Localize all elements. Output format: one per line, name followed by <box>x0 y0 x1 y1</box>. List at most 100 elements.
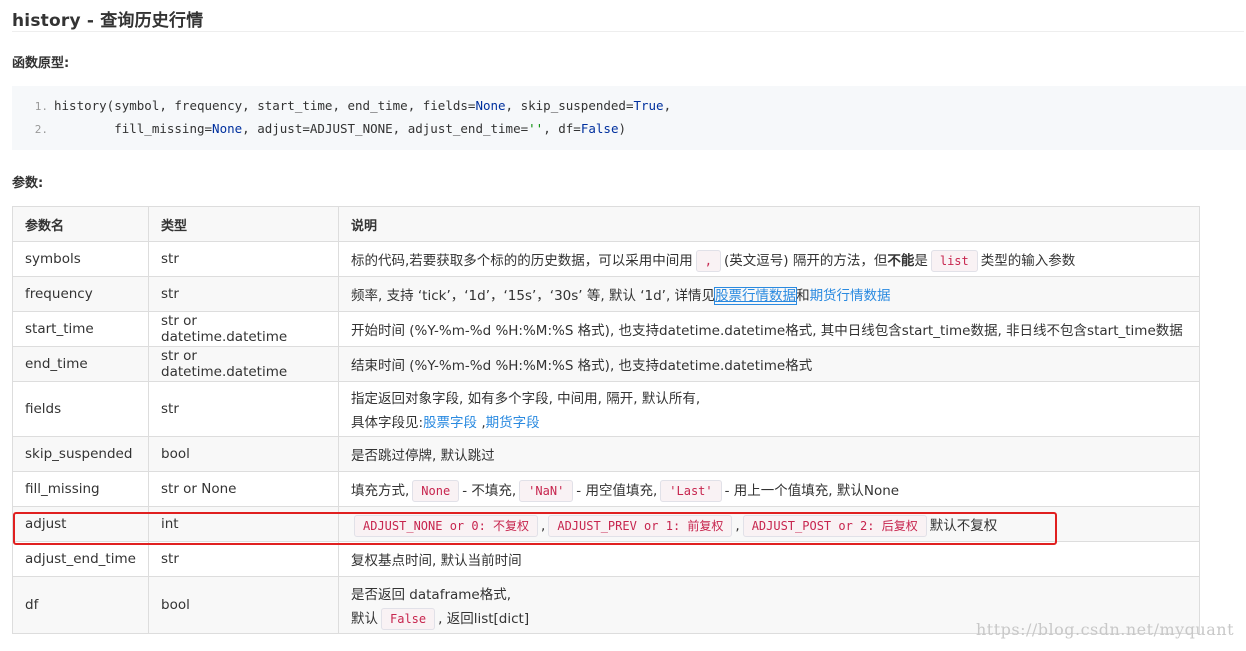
bold-text: 不能 <box>887 253 915 269</box>
param-name: df <box>12 576 149 634</box>
param-type: int <box>148 506 339 542</box>
description-text: , 返回list[dict] <box>438 611 530 627</box>
param-name: fill_missing <box>12 471 149 507</box>
description-text: 指定返回对象字段, 如有多个字段, 中间用, 隔开, 默认所有, <box>351 391 701 407</box>
param-name: start_time <box>12 311 149 347</box>
code-token: None <box>475 98 506 113</box>
prototype-heading: 函数原型: <box>12 56 70 71</box>
param-type: str or datetime.datetime <box>148 311 339 347</box>
code-token: history(symbol, frequency, start_time, e… <box>54 98 476 113</box>
param-description: 开始时间 (%Y-%m-%d %H:%M:%S 格式), 也支持datetime… <box>338 311 1200 347</box>
inline-code: ADJUST_NONE or 0: 不复权 <box>354 515 539 537</box>
inline-code: ADJUST_PREV or 1: 前复权 <box>548 515 733 537</box>
param-description: 频率, 支持 ‘tick’，‘1d’，‘15s’，‘30s’ 等, 默认 ‘1d… <box>338 276 1200 312</box>
inline-code: list <box>930 250 978 272</box>
param-row-skip-suspended: skip_suspended bool 是否跳过停牌, 默认跳过 <box>12 436 1200 472</box>
code-token: , adjust=ADJUST_NONE, adjust_end_time= <box>242 121 529 136</box>
param-type: bool <box>148 436 339 472</box>
inline-code: None <box>412 480 460 502</box>
inline-code: , <box>695 250 722 272</box>
table-header-row: 参数名 类型 说明 <box>12 206 1200 242</box>
line-number: 1. <box>34 100 48 113</box>
param-description: ADJUST_NONE or 0: 不复权, ADJUST_PREV or 1: … <box>338 506 1200 542</box>
inline-code: ADJUST_POST or 2: 后复权 <box>742 515 927 537</box>
description-text: 复权基点时间, 默认当前时间 <box>351 553 522 569</box>
description-text: 是否返回 dataframe格式, <box>351 587 512 603</box>
description-text: 默认不复权 <box>929 518 998 534</box>
param-name: adjust <box>12 506 149 542</box>
code-token: False <box>580 121 619 136</box>
param-name: adjust_end_time <box>12 541 149 577</box>
param-description: 结束时间 (%Y-%m-%d %H:%M:%S 格式), 也支持datetime… <box>338 346 1200 382</box>
param-name: fields <box>12 381 149 437</box>
param-row-end-time: end_time str or datetime.datetime 结束时间 (%Y… <box>12 346 1200 382</box>
code-line-1: 1. history(symbol, frequency, start_time,… <box>12 98 671 113</box>
description-text: 开始时间 (%Y-%m-%d %H:%M:%S 格式), 也支持datetime… <box>351 323 1183 339</box>
inline-code: 'Last' <box>660 480 722 502</box>
code-token: , skip_suspended= <box>505 98 634 113</box>
params-table-body: symbols str 标的代码,若要获取多个标的的历史数据，可以采用中间用, (英文… <box>12 241 1200 634</box>
param-name: frequency <box>12 276 149 312</box>
description-text: 是否跳过停牌, 默认跳过 <box>351 448 495 464</box>
code-token: None <box>212 121 243 136</box>
param-description: 是否跳过停牌, 默认跳过 <box>338 436 1200 472</box>
param-description: 复权基点时间, 默认当前时间 <box>338 541 1200 577</box>
param-description: 填充方式, None - 不填充, 'NaN' - 用空值填充, 'Last' - 用上一个… <box>338 471 1200 507</box>
line-number: 2. <box>34 123 48 136</box>
param-type: str or None <box>148 471 339 507</box>
description-text: - 不填充, <box>462 483 517 499</box>
description-text: 默认 <box>351 611 378 627</box>
description-text: , <box>735 518 740 534</box>
watermark: https://blog.csdn.net/myquant <box>975 620 1234 639</box>
description-text: - 用空值填充, <box>576 483 658 499</box>
param-row-fill-missing: fill_missing str or None 填充方式, None - 不填充, 'N… <box>12 471 1200 507</box>
param-type: str <box>148 381 339 437</box>
param-row-fields: fields str 指定返回对象字段, 如有多个字段, 中间用, 隔开, 默认所有… <box>12 381 1200 437</box>
code-token: '' <box>528 121 544 136</box>
param-type: str or datetime.datetime <box>148 346 339 382</box>
header-description: 说明 <box>338 206 1200 242</box>
param-row-adjust: adjust int ADJUST_NONE or 0: 不复权, ADJUST_PR… <box>12 506 1200 542</box>
param-description: 指定返回对象字段, 如有多个字段, 中间用, 隔开, 默认所有, 具体字段见:股票… <box>338 381 1200 437</box>
description-text: 结束时间 (%Y-%m-%d %H:%M:%S 格式), 也支持datetime… <box>351 358 813 374</box>
doc-link[interactable]: 期货字段 <box>486 415 540 431</box>
doc-link[interactable]: 股票行情数据 <box>714 287 798 305</box>
description-text: 标的代码,若要获取多个标的的历史数据，可以采用中间用 <box>351 253 693 269</box>
params-table: 参数名 类型 说明 symbols str 标的代码,若要获取多个标的的历史数据，可… <box>12 206 1200 634</box>
description-text: 和 <box>796 288 810 304</box>
inline-code: False <box>381 608 436 630</box>
description-text: 填充方式, <box>351 483 410 499</box>
code-token: , <box>663 98 672 113</box>
params-heading: 参数: <box>12 176 44 191</box>
code-block: 1. history(symbol, frequency, start_time,… <box>12 86 1246 150</box>
description-text: - 用上一个值填充, 默认None <box>724 483 900 499</box>
param-type: bool <box>148 576 339 634</box>
param-type: str <box>148 276 339 312</box>
code-token: fill_missing= <box>54 121 213 136</box>
description-text: (英文逗号) 隔开的方法，但 <box>724 253 888 269</box>
code-token: ) <box>618 121 627 136</box>
description-text: 具体字段见: <box>351 415 424 431</box>
param-row-start-time: start_time str or datetime.datetime 开始时间 (… <box>12 311 1200 347</box>
param-name: skip_suspended <box>12 436 149 472</box>
param-row-frequency: frequency str 频率, 支持 ‘tick’，‘1d’，‘15s’，‘30… <box>12 276 1200 312</box>
description-text: 是 <box>914 253 928 269</box>
code-token: , df= <box>543 121 581 136</box>
description-text: , <box>477 415 486 431</box>
param-type: str <box>148 241 339 277</box>
page-title: history - 查询历史行情 <box>12 11 204 31</box>
doc-link[interactable]: 股票字段 <box>423 415 477 431</box>
param-name: end_time <box>12 346 149 382</box>
param-name: symbols <box>12 241 149 277</box>
code-line-2: 2. fill_missing=None, adjust=ADJUST_NONE… <box>12 121 626 136</box>
line-break: 具体字段见:股票字段 ,期货字段 <box>351 411 1187 431</box>
param-type: str <box>148 541 339 577</box>
header-param-name: 参数名 <box>12 206 149 242</box>
param-row-symbols: symbols str 标的代码,若要获取多个标的的历史数据，可以采用中间用, (英文… <box>12 241 1200 277</box>
code-token: True <box>633 98 664 113</box>
param-description: 标的代码,若要获取多个标的的历史数据，可以采用中间用, (英文逗号) 隔开的方法，… <box>338 241 1200 277</box>
header-type: 类型 <box>148 206 339 242</box>
doc-link[interactable]: 期货行情数据 <box>810 288 891 304</box>
description-text: 类型的输入参数 <box>980 253 1076 269</box>
title-divider <box>12 31 1244 32</box>
